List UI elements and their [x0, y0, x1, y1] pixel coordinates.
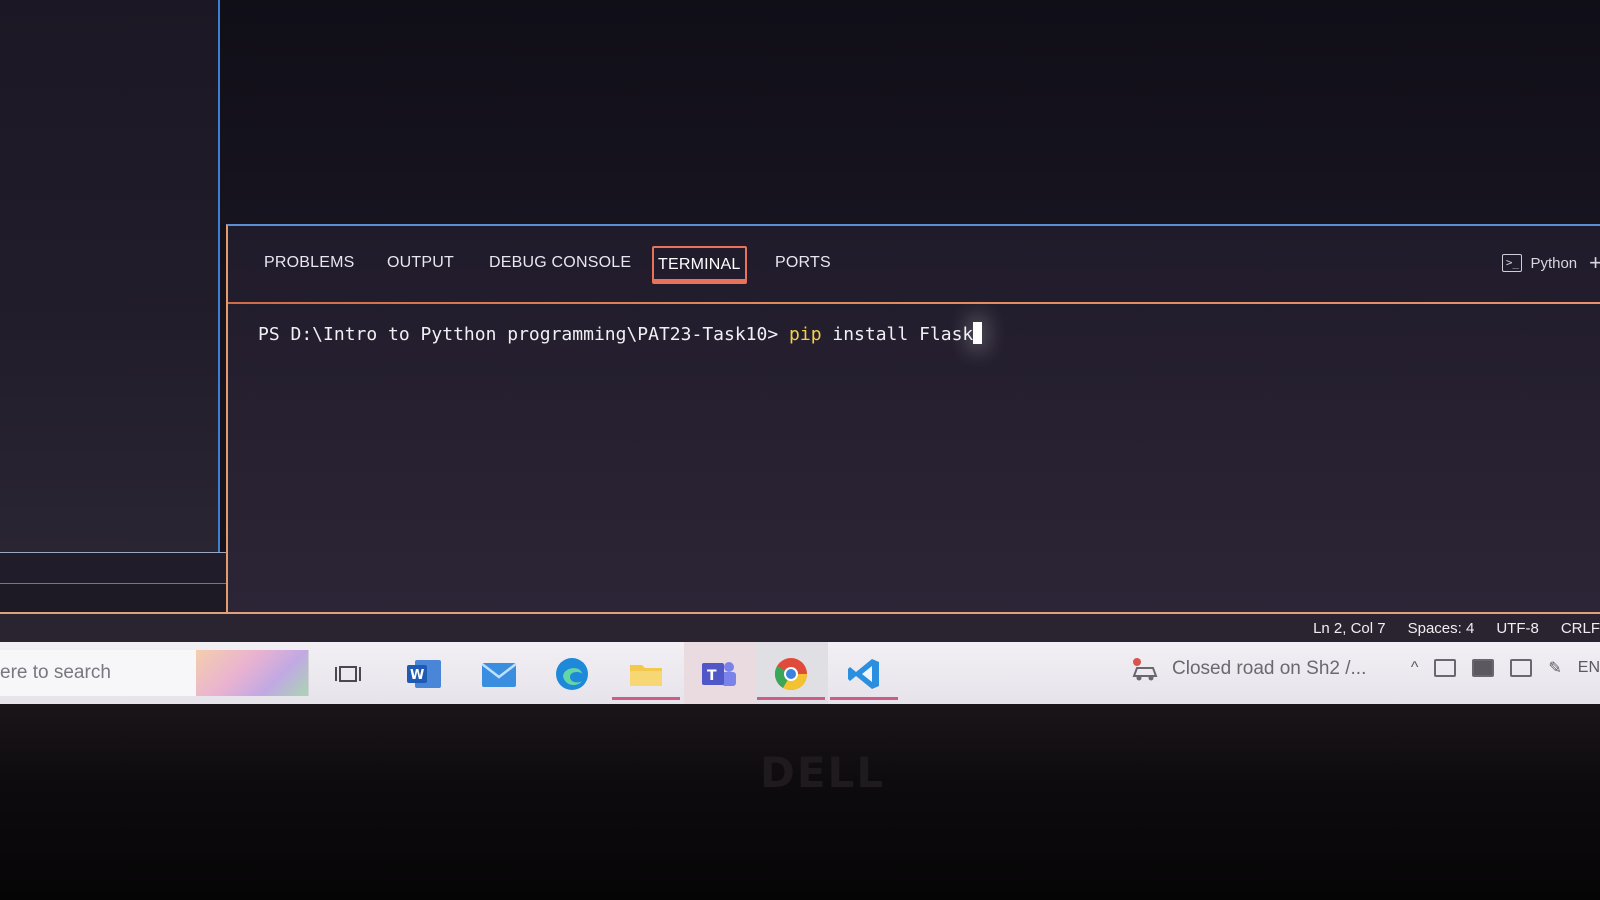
vscode-icon[interactable]: [830, 652, 898, 700]
teams-icon[interactable]: T: [697, 652, 741, 696]
svg-text:W: W: [410, 668, 424, 683]
svg-text:T: T: [707, 668, 717, 684]
car-alert-icon: [1130, 656, 1160, 682]
bottom-panel: PROBLEMS OUTPUT DEBUG CONSOLE TERMINAL P…: [226, 224, 1600, 614]
chevron-up-icon[interactable]: ^: [1411, 659, 1419, 677]
terminal-command: pip: [789, 324, 822, 345]
battery-icon[interactable]: [1434, 659, 1457, 677]
language-indicator[interactable]: EN: [1578, 659, 1600, 677]
tab-ports[interactable]: PORTS: [771, 246, 835, 280]
sidebar-section-row[interactable]: [0, 552, 240, 584]
edge-icon[interactable]: [550, 652, 594, 696]
taskbar: ere to search W T Closed road on Sh2 /..…: [0, 642, 1600, 704]
tab-terminal[interactable]: TERMINAL: [652, 246, 747, 284]
active-app-indicator: [757, 697, 825, 700]
status-indentation[interactable]: Spaces: 4: [1408, 620, 1475, 637]
monitor-bezel: DELL: [0, 704, 1600, 900]
panel-tab-bar: PROBLEMS OUTPUT DEBUG CONSOLE TERMINAL P…: [228, 226, 1600, 304]
tab-debug-console[interactable]: DEBUG CONSOLE: [485, 246, 635, 280]
chrome-icon[interactable]: [757, 652, 825, 700]
terminal-command-args: install Flask: [821, 324, 974, 345]
word-icon[interactable]: W: [402, 652, 446, 696]
search-placeholder: ere to search: [0, 662, 111, 683]
tab-problems[interactable]: PROBLEMS: [260, 246, 359, 280]
active-app-indicator: [612, 697, 680, 700]
news-widget[interactable]: Closed road on Sh2 /...: [1130, 656, 1366, 682]
status-encoding[interactable]: UTF-8: [1496, 620, 1539, 637]
monitor-brand-logo: DELL: [760, 748, 886, 797]
terminal-shell-label: Python: [1530, 254, 1578, 272]
pen-icon[interactable]: ✎: [1548, 658, 1561, 678]
panel-divider: [228, 302, 1600, 304]
task-view-icon[interactable]: [326, 652, 370, 696]
status-eol[interactable]: CRLF: [1561, 620, 1600, 637]
terminal-prompt: PS D:\Intro to Pytthon programming\PAT23…: [258, 324, 790, 345]
file-explorer-icon[interactable]: [612, 652, 680, 700]
editor-area[interactable]: [220, 0, 1600, 224]
terminal-output[interactable]: PS D:\Intro to Pytthon programming\PAT23…: [258, 322, 983, 345]
active-app-indicator: [830, 697, 898, 700]
terminal-cursor: [973, 322, 983, 344]
terminal-shell-selector[interactable]: >_ Python +: [1502, 248, 1600, 278]
news-headline: Closed road on Sh2 /...: [1172, 658, 1367, 679]
status-cursor-position[interactable]: Ln 2, Col 7: [1313, 620, 1386, 637]
status-bar: Ln 2, Col 7 Spaces: 4 UTF-8 CRLF: [0, 612, 1600, 642]
status-bar-right: Ln 2, Col 7 Spaces: 4 UTF-8 CRLF: [1313, 614, 1600, 642]
explorer-sidebar: [0, 0, 220, 552]
screen: PROBLEMS OUTPUT DEBUG CONSOLE TERMINAL P…: [0, 0, 1600, 900]
network-icon[interactable]: [1472, 659, 1495, 677]
add-terminal-icon[interactable]: +: [1589, 250, 1600, 276]
taskbar-search-box[interactable]: ere to search: [0, 650, 309, 696]
display-icon[interactable]: [1510, 659, 1533, 677]
terminal-shell-icon: >_: [1502, 254, 1523, 272]
search-highlight-illustration: [196, 650, 308, 696]
tab-output[interactable]: OUTPUT: [383, 246, 458, 280]
system-tray: ^ ✎ EN: [1411, 658, 1600, 678]
mail-icon[interactable]: [477, 652, 521, 696]
